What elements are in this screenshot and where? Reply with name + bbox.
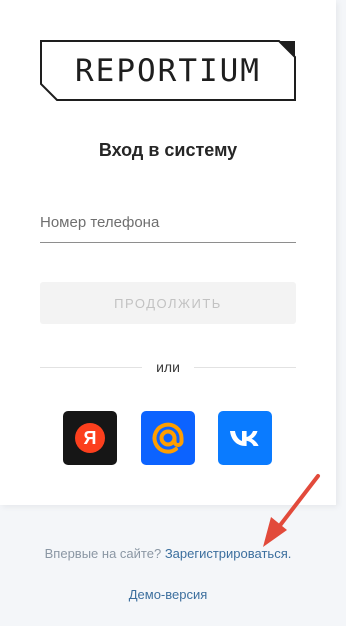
login-page: REPORTIUM Вход в систему ПРОДОЛЖИТЬ или …	[0, 0, 346, 626]
vk-icon	[230, 431, 259, 446]
or-label: или	[156, 359, 180, 375]
or-divider: или	[40, 358, 296, 376]
yandex-icon: Я	[75, 423, 105, 453]
phone-input[interactable]	[40, 203, 296, 243]
divider-line-left	[40, 366, 143, 368]
logo-text: REPORTIUM	[75, 53, 261, 89]
continue-button[interactable]: ПРОДОЛЖИТЬ	[40, 282, 296, 324]
register-link[interactable]: Зарегистрироваться.	[165, 546, 292, 561]
reportium-logo: REPORTIUM	[40, 40, 296, 101]
new-user-label: Впервые на сайте?	[44, 546, 162, 561]
demo-link[interactable]: Демо-версия	[0, 587, 336, 602]
svg-text:Я: Я	[84, 428, 97, 448]
vk-login-button[interactable]	[218, 411, 272, 465]
page-title: Вход в систему	[98, 140, 238, 160]
mail-login-button[interactable]	[141, 411, 195, 465]
register-prompt: Впервые на сайте? Зарегистрироваться.	[0, 546, 336, 561]
yandex-login-button[interactable]: Я	[63, 411, 117, 465]
mail-at-icon	[152, 422, 184, 454]
login-card: REPORTIUM Вход в систему ПРОДОЛЖИТЬ или …	[0, 0, 336, 505]
divider-line-right	[193, 366, 296, 368]
